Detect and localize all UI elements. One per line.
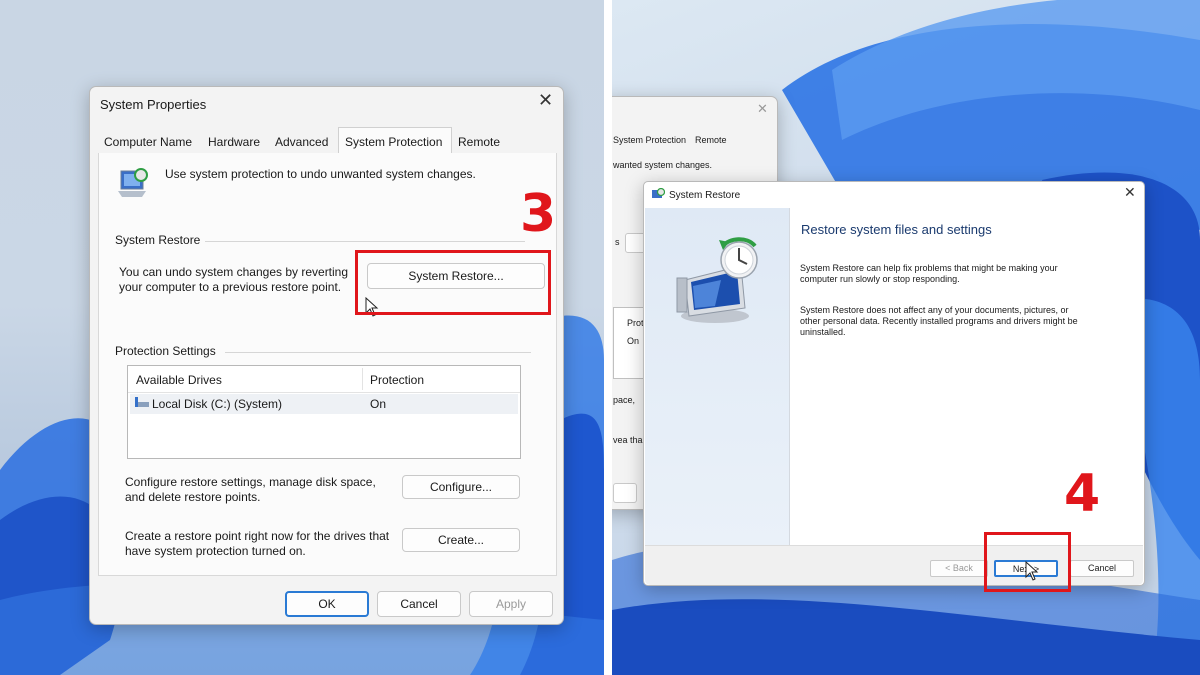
bg-button: [613, 483, 637, 503]
bg-space-text: pace,: [613, 395, 636, 405]
cancel-button[interactable]: Cancel: [377, 591, 461, 617]
header-protection[interactable]: Protection: [370, 373, 424, 388]
bg-intro-text: wanted system changes.: [613, 160, 713, 170]
bg-tab-remote[interactable]: Remote: [695, 135, 727, 146]
table-header-row: Available Drives Protection: [128, 366, 520, 393]
window-title: System Properties: [100, 97, 207, 112]
tab-advanced[interactable]: Advanced: [275, 135, 328, 150]
create-button[interactable]: Create...: [402, 528, 520, 552]
tab-remote[interactable]: Remote: [458, 135, 500, 150]
bg-area-text: vea tha: [613, 435, 643, 445]
bg-text-s: s: [615, 237, 620, 247]
step-number-4: 4: [1064, 464, 1101, 524]
protection-settings-group-label: Protection Settings: [115, 344, 216, 358]
tab-bar: Computer Name Hardware Advanced System P…: [98, 127, 555, 154]
apply-button[interactable]: Apply: [469, 591, 553, 617]
tab-computer-name[interactable]: Computer Name: [104, 135, 192, 150]
highlight-box-system-restore: [355, 250, 551, 315]
group-divider: [225, 352, 531, 353]
system-protection-icon: [118, 168, 148, 197]
left-screenshot-panel: System Properties ✕ Computer Name Hardwa…: [0, 0, 604, 675]
system-restore-illustration: [676, 237, 758, 323]
create-desc-line2: have system protection turned on.: [125, 544, 306, 558]
drives-table[interactable]: Available Drives Protection Local Disk (…: [127, 365, 521, 459]
system-restore-title-icon: [652, 188, 665, 198]
system-restore-window: System Restore ✕ Restore system files an…: [643, 181, 1145, 586]
bg-protection-label: Prot: [627, 318, 644, 328]
configure-desc-line2: and delete restore points.: [125, 490, 261, 504]
bg-tab-system-protection[interactable]: System Protection: [613, 135, 686, 146]
para2-line3: uninstalled.: [800, 327, 846, 337]
intro-text: Use system protection to undo unwanted s…: [165, 167, 476, 181]
table-row[interactable]: Local Disk (C:) (System) On: [130, 394, 518, 414]
close-icon[interactable]: ✕: [757, 101, 768, 116]
step-number-3: 3: [520, 184, 557, 244]
header-separator: [362, 368, 363, 390]
configure-desc-line1: Configure restore settings, manage disk …: [125, 475, 376, 489]
system-restore-group-label: System Restore: [115, 233, 201, 247]
wizard-side-panel: [645, 208, 790, 545]
cancel-button[interactable]: Cancel: [1070, 560, 1134, 577]
para1-line1: System Restore can help fix problems tha…: [800, 263, 1058, 273]
close-icon[interactable]: ✕: [538, 91, 553, 109]
create-desc-line1: Create a restore point right now for the…: [125, 529, 390, 543]
panel-divider: [604, 0, 612, 675]
tab-body: Use system protection to undo unwanted s…: [98, 153, 557, 576]
tab-system-protection-active[interactable]: System Protection: [338, 127, 452, 154]
para2-line1: System Restore does not affect any of yo…: [800, 305, 1069, 315]
right-screenshot-panel: ✕ System Protection Remote wanted system…: [612, 0, 1200, 675]
ok-button[interactable]: OK: [285, 591, 369, 617]
configure-button[interactable]: Configure...: [402, 475, 520, 499]
para1-line2: computer run slowly or stop responding.: [800, 274, 960, 284]
bg-on-label: On: [627, 336, 640, 346]
restore-desc-line1: You can undo system changes by reverting: [119, 265, 349, 279]
restore-desc-line2: your computer to a previous restore poin…: [119, 280, 342, 294]
window-title: System Restore: [669, 190, 741, 201]
tab-system-protection: System Protection: [345, 135, 443, 149]
system-properties-window: System Properties ✕ Computer Name Hardwa…: [89, 86, 564, 625]
tab-hardware[interactable]: Hardware: [208, 135, 260, 150]
close-icon[interactable]: ✕: [1124, 185, 1136, 200]
header-available-drives[interactable]: Available Drives: [136, 373, 222, 388]
drive-icon: [135, 397, 149, 407]
wizard-heading: Restore system files and settings: [801, 222, 992, 237]
para2-line2: other personal data. Recently installed …: [800, 316, 1078, 326]
drive-protection: On: [370, 397, 387, 411]
group-divider: [205, 241, 525, 242]
drive-name: Local Disk (C:) (System): [152, 397, 283, 411]
back-button[interactable]: < Back: [930, 560, 988, 577]
highlight-box-next: [984, 532, 1071, 592]
